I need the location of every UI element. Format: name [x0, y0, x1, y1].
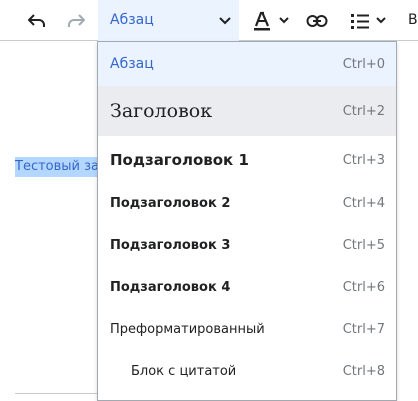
format-option-subheading-3[interactable]: Подзаголовок 3 Ctrl+5: [98, 224, 396, 266]
redo-button[interactable]: [59, 0, 93, 41]
editor-surface[interactable]: [0, 41, 97, 395]
text-style-icon: [254, 11, 270, 30]
option-shortcut: Ctrl+8: [342, 363, 385, 379]
option-label: Заголовок: [110, 100, 213, 122]
chevron-down-icon: [219, 17, 231, 25]
list-button[interactable]: [344, 0, 392, 41]
format-option-subheading-4[interactable]: Подзаголовок 4 Ctrl+6: [98, 266, 396, 308]
paragraph-format-dropdown: Абзац Ctrl+0 Заголовок Ctrl+2 Подзаголов…: [97, 41, 397, 401]
format-option-paragraph[interactable]: Абзац Ctrl+0: [98, 42, 396, 86]
format-option-blockquote[interactable]: Блок с цитатой Ctrl+8: [98, 350, 396, 392]
format-option-preformatted[interactable]: Преформатированный Ctrl+7: [98, 308, 396, 350]
option-label: Блок с цитатой: [131, 363, 237, 379]
undo-icon: [28, 13, 45, 27]
chevron-down-icon: [279, 16, 289, 23]
selected-editor-text[interactable]: Тестовый за: [15, 157, 103, 177]
text-style-button[interactable]: [248, 0, 294, 41]
option-shortcut: Ctrl+3: [342, 152, 385, 168]
option-label: Подзаголовок 3: [110, 237, 231, 253]
toolbar-overflow-label[interactable]: В: [408, 12, 418, 28]
undo-button[interactable]: [20, 0, 54, 41]
option-shortcut: Ctrl+0: [342, 56, 385, 72]
option-shortcut: Ctrl+4: [342, 195, 385, 211]
option-label: Подзаголовок 1: [110, 151, 249, 169]
format-option-subheading-2[interactable]: Подзаголовок 2 Ctrl+4: [98, 182, 396, 224]
paragraph-format-select[interactable]: Абзац: [98, 0, 239, 41]
format-select-value: Абзац: [110, 12, 154, 28]
link-button[interactable]: [300, 0, 334, 41]
format-option-heading[interactable]: Заголовок Ctrl+2: [98, 86, 396, 136]
link-icon: [306, 14, 328, 27]
option-label: Подзаголовок 4: [110, 279, 231, 295]
editor-toolbar: Абзац В: [0, 0, 418, 41]
redo-icon: [68, 13, 85, 27]
option-shortcut: Ctrl+7: [342, 321, 385, 337]
option-shortcut: Ctrl+6: [342, 279, 385, 295]
format-option-subheading-1[interactable]: Подзаголовок 1 Ctrl+3: [98, 138, 396, 182]
divider: [15, 393, 97, 394]
option-label: Подзаголовок 2: [110, 195, 231, 211]
bullet-list-icon: [350, 13, 369, 29]
option-label: Преформатированный: [110, 321, 265, 337]
chevron-down-icon: [375, 16, 386, 23]
option-shortcut: Ctrl+2: [342, 103, 385, 119]
option-shortcut: Ctrl+5: [342, 237, 385, 253]
option-label: Абзац: [110, 56, 154, 72]
